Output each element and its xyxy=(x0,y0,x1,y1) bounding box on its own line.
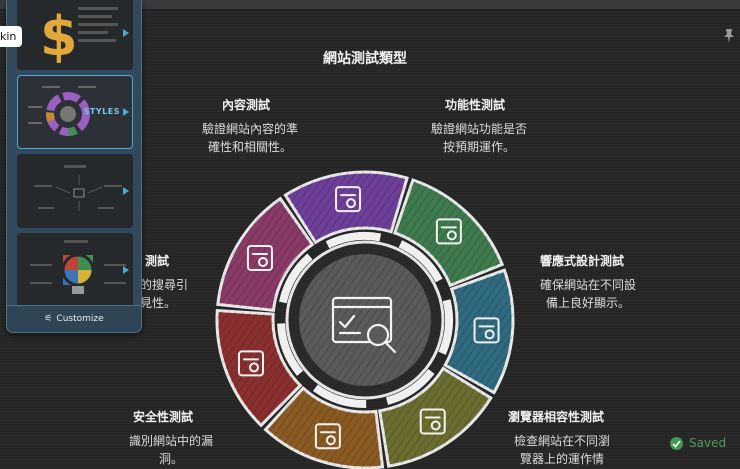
saved-status: Saved xyxy=(670,436,726,450)
skin-tooltip: kin xyxy=(0,26,23,47)
styles-panel: $ STYLES ⚟ Customize xyxy=(6,0,142,333)
style-thumbnail-1[interactable]: $ xyxy=(17,0,133,70)
check-circle-icon xyxy=(670,436,683,450)
dollar-icon: $ xyxy=(40,5,118,68)
style-thumbnail-4[interactable] xyxy=(17,233,133,307)
customize-button[interactable]: ⚟ Customize xyxy=(7,305,141,332)
style-thumbnail-3[interactable] xyxy=(17,154,133,228)
style-thumbnail-2[interactable]: STYLES xyxy=(17,75,133,149)
lightbulb-icon xyxy=(30,240,126,294)
radial-thumbnail-icon xyxy=(34,165,122,211)
customize-label: Customize xyxy=(56,314,104,324)
styles-label: STYLES xyxy=(83,107,120,116)
apply-arrow-icon xyxy=(123,29,129,37)
apply-arrow-icon xyxy=(123,108,129,116)
apply-arrow-icon xyxy=(123,266,129,274)
sliders-icon: ⚟ xyxy=(44,314,53,324)
apply-arrow-icon xyxy=(123,187,129,195)
svg-text:$: $ xyxy=(40,5,78,68)
saved-label: Saved xyxy=(689,436,727,450)
pin-icon[interactable] xyxy=(722,28,736,48)
